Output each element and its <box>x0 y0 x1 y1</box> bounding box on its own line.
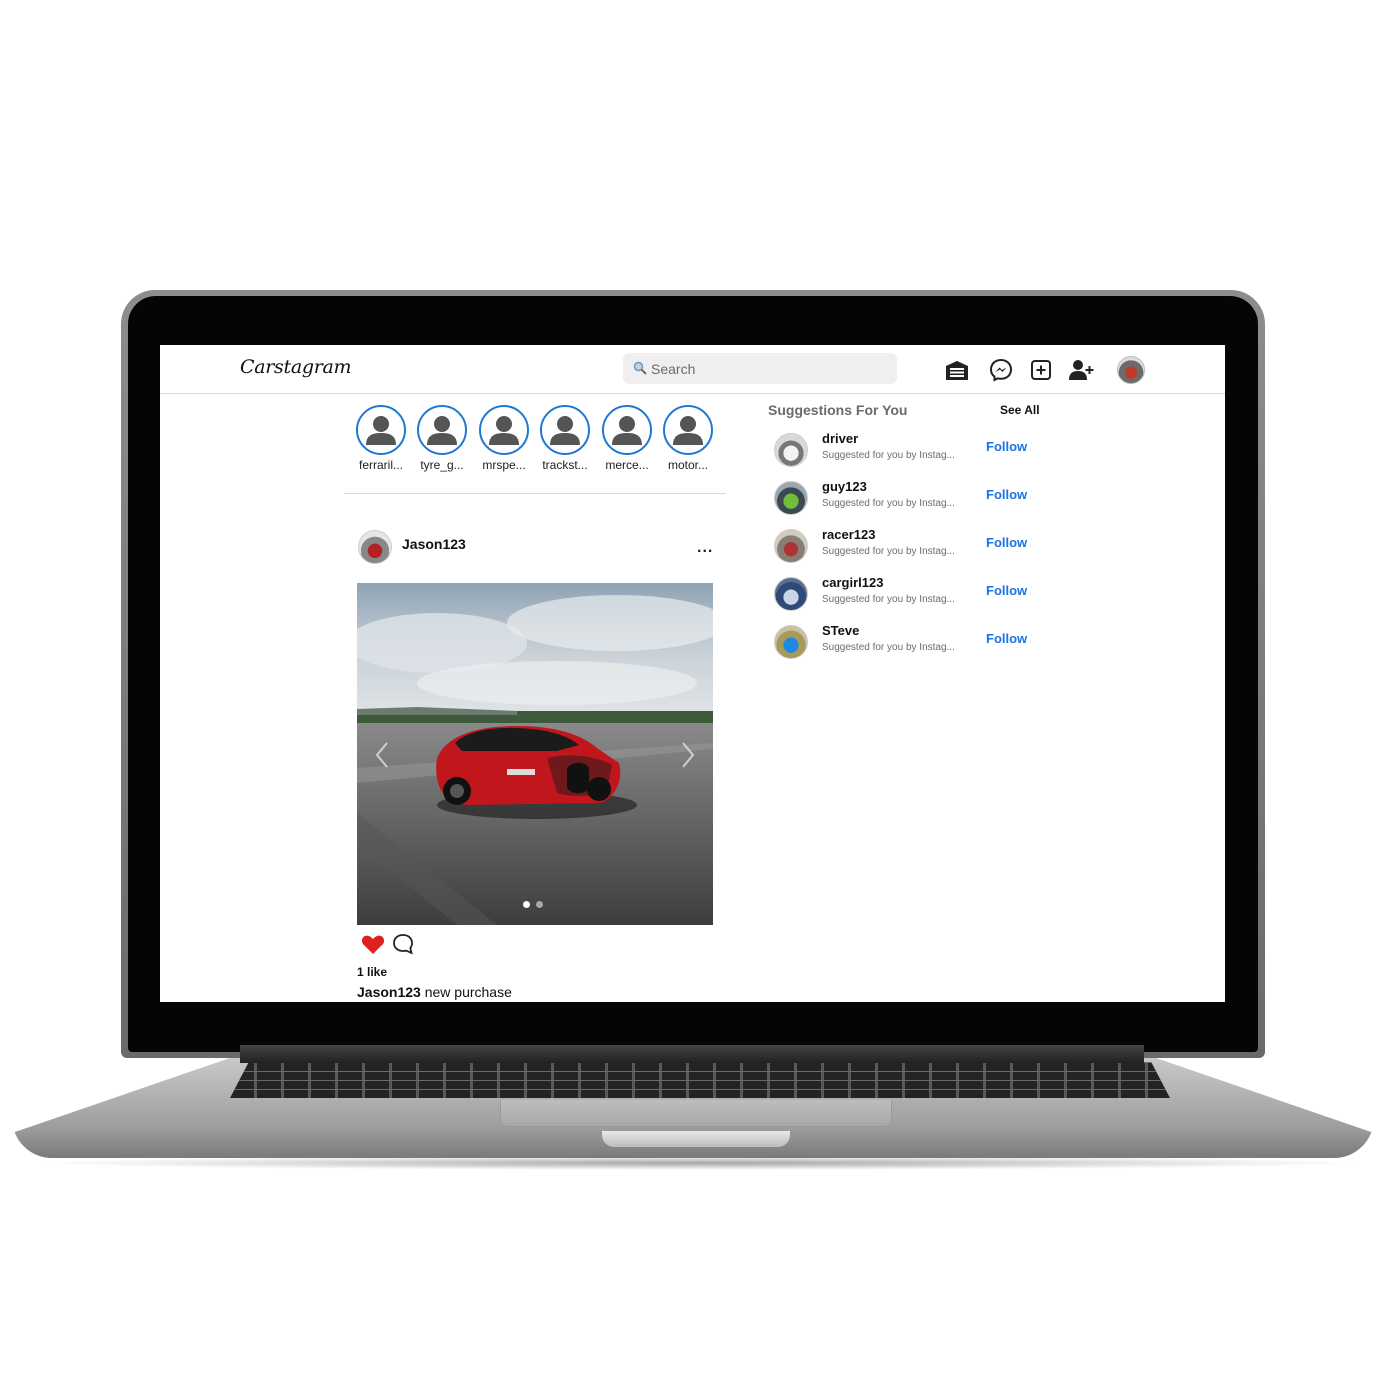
follow-button[interactable]: Follow <box>986 583 1027 598</box>
suggestion-avatar[interactable] <box>774 433 808 467</box>
post-author-username[interactable]: Jason123 <box>402 536 466 552</box>
carousel-prev-button[interactable] <box>373 738 397 768</box>
story-username: trackst... <box>542 458 588 472</box>
search-icon <box>633 361 647 375</box>
keyboard-rows <box>230 1062 1170 1098</box>
story-username: mrspe... <box>482 458 526 472</box>
messenger-icon[interactable] <box>988 357 1014 383</box>
follow-button[interactable]: Follow <box>986 439 1027 454</box>
suggestion-avatar[interactable] <box>774 481 808 515</box>
suggestion-username[interactable]: racer123 <box>822 527 876 542</box>
default-user-icon <box>673 416 703 445</box>
post-author-avatar[interactable] <box>358 530 392 564</box>
story-avatar <box>356 405 406 455</box>
carousel-next-button[interactable] <box>673 738 697 768</box>
story-item[interactable]: tyre_g... <box>411 405 473 472</box>
laptop-notch <box>602 1131 790 1147</box>
story-username: tyre_g... <box>420 458 464 472</box>
laptop-trackpad <box>500 1100 892 1127</box>
suggestion-item: guy123 Suggested for you by Instag... Fo… <box>774 477 1074 517</box>
default-user-icon <box>612 416 642 445</box>
suggestion-username[interactable]: driver <box>822 431 858 446</box>
suggestion-item: cargirl123 Suggested for you by Instag..… <box>774 573 1074 613</box>
follow-button[interactable]: Follow <box>986 535 1027 550</box>
add-user-icon[interactable] <box>1068 357 1094 383</box>
suggestion-avatar[interactable] <box>774 577 808 611</box>
suggestion-item: STeve Suggested for you by Instag... Fol… <box>774 621 1074 661</box>
suggestion-username[interactable]: STeve <box>822 623 859 638</box>
search-input[interactable] <box>651 353 891 384</box>
caption-username[interactable]: Jason123 <box>357 984 421 1000</box>
default-user-icon <box>489 416 519 445</box>
laptop-hinge <box>240 1045 1144 1063</box>
story-avatar <box>417 405 467 455</box>
story-avatar <box>602 405 652 455</box>
default-user-icon <box>550 416 580 445</box>
carousel-dots <box>523 901 549 909</box>
car-photo <box>357 583 713 925</box>
suggestions-title: Suggestions For You <box>768 402 908 418</box>
post-caption: Jason123 new purchase <box>357 984 512 1000</box>
heart-icon[interactable] <box>361 933 385 955</box>
suggestion-subtitle: Suggested for you by Instag... <box>822 546 955 557</box>
comment-icon[interactable] <box>391 932 415 956</box>
screen: Carstagram Search ferraril... tyre_g... … <box>160 345 1225 1002</box>
app-logo[interactable]: Carstagram <box>240 356 352 378</box>
story-item[interactable]: motor... <box>657 405 719 472</box>
search-box[interactable] <box>623 353 897 384</box>
story-item[interactable]: ferraril... <box>350 405 412 472</box>
story-item[interactable]: merce... <box>596 405 658 472</box>
follow-button[interactable]: Follow <box>986 487 1027 502</box>
carousel-dot-active[interactable] <box>523 901 530 908</box>
suggestion-subtitle: Suggested for you by Instag... <box>822 594 955 605</box>
suggestion-subtitle: Suggested for you by Instag... <box>822 450 955 461</box>
profile-avatar[interactable] <box>1117 356 1145 384</box>
suggestion-subtitle: Suggested for you by Instag... <box>822 498 955 509</box>
follow-button[interactable]: Follow <box>986 631 1027 646</box>
suggestion-subtitle: Suggested for you by Instag... <box>822 642 955 653</box>
story-username: ferraril... <box>358 458 403 472</box>
stories-bar: ferraril... tyre_g... mrspe... trackst..… <box>344 405 726 494</box>
more-options-button[interactable]: ... <box>697 539 713 557</box>
story-avatar <box>479 405 529 455</box>
see-all-link[interactable]: See All <box>1000 403 1040 417</box>
default-user-icon <box>427 416 457 445</box>
suggestion-username[interactable]: cargirl123 <box>822 575 883 590</box>
story-item[interactable]: trackst... <box>534 405 596 472</box>
suggestion-username[interactable]: guy123 <box>822 479 867 494</box>
top-navbar: Carstagram <box>160 345 1225 394</box>
default-user-icon <box>366 416 396 445</box>
new-post-icon[interactable] <box>1028 357 1054 383</box>
like-count[interactable]: 1 like <box>357 965 387 979</box>
suggestion-avatar[interactable] <box>774 625 808 659</box>
story-item[interactable]: mrspe... <box>473 405 535 472</box>
story-username: motor... <box>667 458 708 472</box>
laptop-shadow <box>30 1156 1370 1170</box>
carousel-dot[interactable] <box>536 901 543 908</box>
suggestion-item: driver Suggested for you by Instag... Fo… <box>774 429 1074 469</box>
garage-icon[interactable] <box>944 357 970 383</box>
story-avatar <box>663 405 713 455</box>
story-username: merce... <box>605 458 649 472</box>
story-avatar <box>540 405 590 455</box>
post-image[interactable] <box>357 583 713 925</box>
suggestion-item: racer123 Suggested for you by Instag... … <box>774 525 1074 565</box>
caption-text: new purchase <box>420 984 512 1000</box>
suggestion-avatar[interactable] <box>774 529 808 563</box>
